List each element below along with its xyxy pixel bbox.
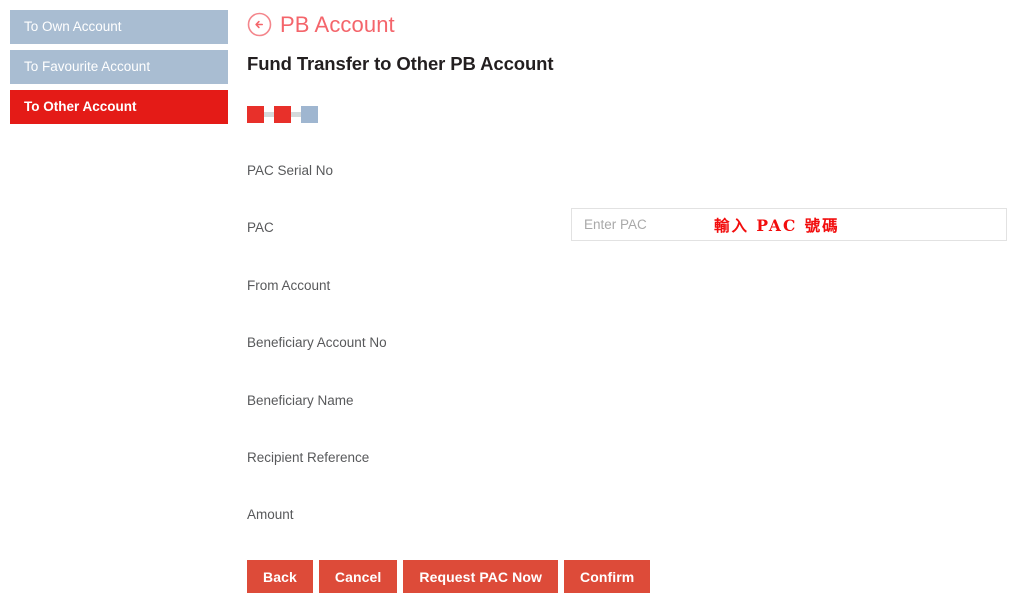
label-beneficiary-name: Beneficiary Name [247,392,354,408]
app-root: To Own Account To Favourite Account To O… [0,0,1024,606]
step-1-box [247,106,264,123]
form-row-beneficiary-name: Beneficiary Name [247,390,1007,447]
label-pac: PAC [247,220,274,236]
main-content: PB Account Fund Transfer to Other PB Acc… [247,0,1024,606]
sidebar-item-label: To Favourite Account [24,59,151,74]
step-connector [264,112,274,117]
label-beneficiary-account-no: Beneficiary Account No [247,335,387,351]
back-button[interactable]: Back [247,560,313,593]
form-row-pac: PAC 輸入 PAC 號碼 [247,208,1007,274]
cancel-button[interactable]: Cancel [318,560,398,593]
form-row-amount: Amount [247,504,1007,561]
circle-arrow-left-icon[interactable] [247,12,272,37]
pac-input[interactable] [571,208,1007,242]
label-recipient-reference: Recipient Reference [247,449,370,465]
brand-header: PB Account [247,12,395,37]
form-row-recipient-reference: Recipient Reference [247,447,1007,504]
sidebar-item-to-other-account[interactable]: To Other Account [10,90,228,124]
transfer-form: PAC Serial No PAC 輸入 PAC 號碼 From Account… [247,160,1007,562]
step-indicator [247,106,318,123]
label-amount: Amount [247,507,294,523]
step-2-box [274,106,291,123]
request-pac-now-button[interactable]: Request PAC Now [403,560,558,593]
form-row-beneficiary-account-no: Beneficiary Account No [247,332,1007,389]
page-title: Fund Transfer to Other PB Account [247,53,554,74]
confirm-button[interactable]: Confirm [563,560,651,593]
step-3-box [301,106,318,123]
step-connector [291,112,301,117]
sidebar-nav: To Own Account To Favourite Account To O… [10,10,228,130]
sidebar-item-to-own-account[interactable]: To Own Account [10,10,228,44]
sidebar-item-label: To Own Account [24,19,122,34]
action-button-bar: Back Cancel Request PAC Now Confirm [247,560,651,593]
brand-title: PB Account [280,12,395,37]
form-row-from-account: From Account [247,275,1007,332]
sidebar-item-label: To Other Account [24,99,137,114]
label-pac-serial-no: PAC Serial No [247,163,334,178]
pac-field-wrapper: 輸入 PAC 號碼 [571,208,1007,242]
label-from-account: From Account [247,277,331,293]
sidebar-item-to-favourite-account[interactable]: To Favourite Account [10,50,228,84]
